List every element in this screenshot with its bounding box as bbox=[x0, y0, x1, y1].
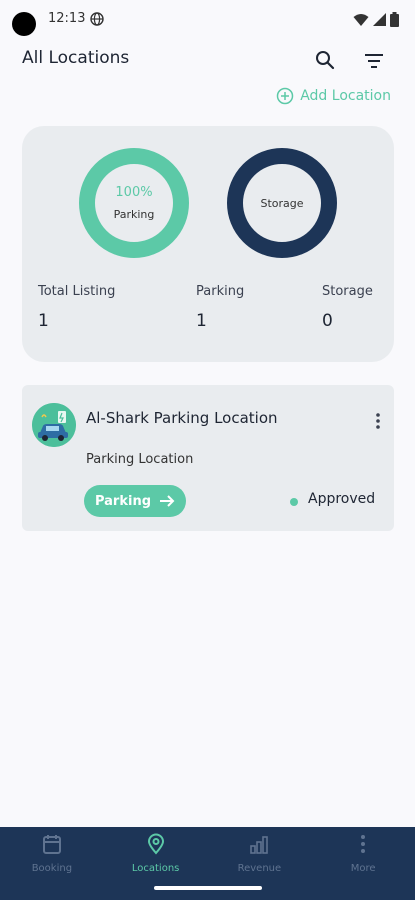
add-location-label: Add Location bbox=[300, 88, 391, 104]
listing-subtitle: Parking Location bbox=[86, 452, 194, 467]
more-vertical-icon bbox=[361, 835, 366, 853]
filter-icon[interactable] bbox=[363, 50, 385, 72]
storage-ring: Storage bbox=[227, 148, 337, 258]
stat-label: Parking bbox=[196, 284, 245, 299]
car-charging-avatar bbox=[32, 403, 76, 447]
parking-ring-percent: 100% bbox=[115, 185, 153, 200]
stat-value: 1 bbox=[38, 311, 49, 331]
more-vertical-icon[interactable] bbox=[374, 411, 382, 431]
wifi-icon bbox=[353, 13, 369, 26]
nav-item-booking[interactable]: Booking bbox=[0, 827, 104, 900]
status-time: 12:13 bbox=[48, 11, 86, 26]
status-bar: 12:13 bbox=[0, 0, 415, 40]
stat-value: 1 bbox=[196, 311, 207, 331]
stat-label: Total Listing bbox=[38, 284, 116, 299]
stat-value: 0 bbox=[322, 311, 333, 331]
summary-card: 100% Parking Storage Total Listing 1 Par… bbox=[22, 126, 394, 362]
parking-type-button[interactable]: Parking bbox=[84, 485, 186, 517]
listing-title: Al-Shark Parking Location bbox=[86, 409, 278, 427]
stat-parking: Parking 1 bbox=[196, 284, 244, 331]
camera-cutout bbox=[12, 12, 36, 36]
type-button-label: Parking bbox=[94, 493, 152, 509]
add-circle-icon bbox=[276, 87, 294, 105]
parking-ring-label: Parking bbox=[113, 208, 155, 221]
bar-chart-icon bbox=[250, 836, 269, 854]
stat-storage: Storage 0 bbox=[322, 284, 373, 331]
parking-ring: 100% Parking bbox=[79, 148, 189, 258]
nav-label: Locations bbox=[131, 863, 180, 874]
listing-card[interactable]: Al-Shark Parking Location Parking Locati… bbox=[22, 385, 394, 531]
page-title: All Locations bbox=[22, 48, 130, 68]
nav-label: Revenue bbox=[237, 863, 282, 874]
globe-icon bbox=[90, 12, 104, 26]
app-header: All Locations bbox=[0, 40, 415, 80]
nav-label: More bbox=[350, 863, 376, 874]
home-indicator[interactable] bbox=[154, 886, 262, 890]
location-pin-icon bbox=[147, 833, 164, 855]
status-dot bbox=[290, 498, 298, 506]
status-badge: Approved bbox=[308, 491, 376, 507]
signal-icon bbox=[373, 13, 386, 26]
battery-icon bbox=[390, 12, 399, 27]
storage-ring-label: Storage bbox=[260, 196, 304, 210]
calendar-icon bbox=[42, 835, 61, 854]
arrow-right-icon bbox=[160, 495, 175, 507]
car-icon bbox=[32, 403, 76, 447]
stat-total-listing: Total Listing 1 bbox=[38, 284, 115, 331]
status-icons bbox=[353, 12, 399, 27]
search-icon[interactable] bbox=[314, 49, 336, 71]
nav-item-more[interactable]: More bbox=[311, 827, 415, 900]
add-location-button[interactable]: Add Location bbox=[276, 87, 391, 105]
stat-label: Storage bbox=[322, 284, 373, 299]
nav-label: Booking bbox=[31, 863, 73, 874]
